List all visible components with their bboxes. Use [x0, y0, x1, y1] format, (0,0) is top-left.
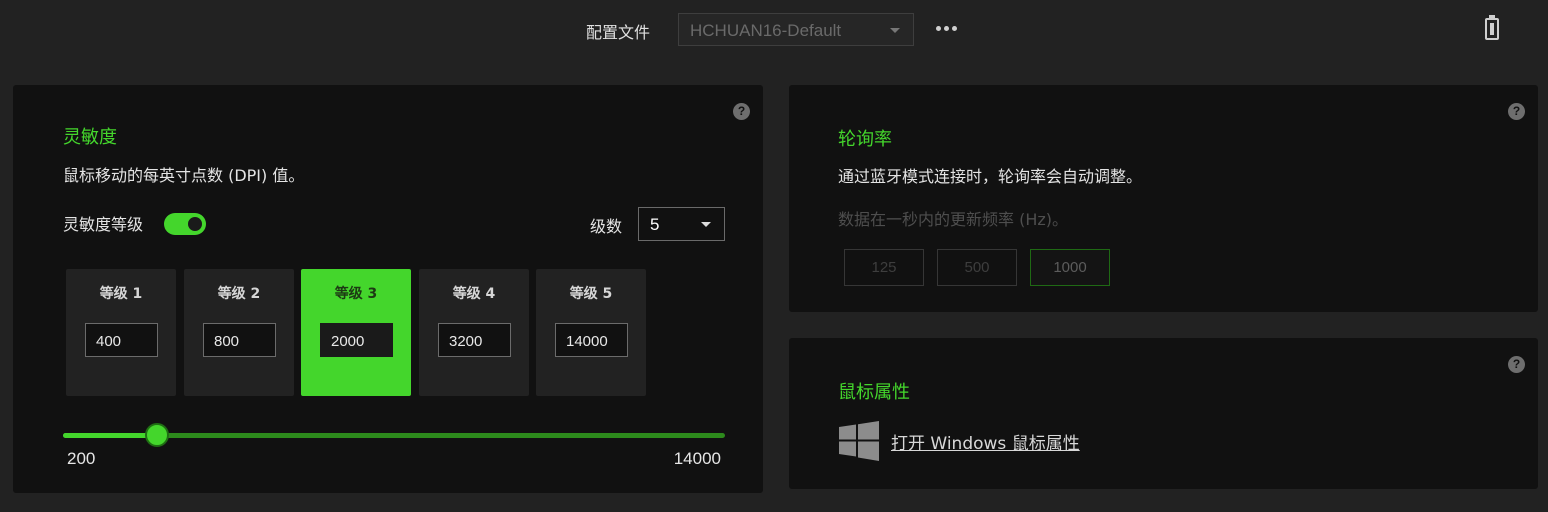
dpi-slider-handle[interactable] — [145, 423, 169, 447]
profile-select-value: HCHUAN16-Default — [690, 21, 842, 40]
sensitivity-description: 鼠标移动的每英寸点数 (DPI) 值。 — [63, 166, 305, 185]
windows-logo-icon — [839, 421, 879, 461]
ellipsis-icon[interactable] — [934, 16, 958, 40]
chevron-down-icon — [890, 28, 900, 33]
sensitivity-panel: ? 灵敏度 鼠标移动的每英寸点数 (DPI) 值。 灵敏度等级 级数 5 等级 … — [13, 85, 763, 493]
open-windows-mouse-properties-link[interactable]: 打开 Windows 鼠标属性 — [891, 429, 1080, 454]
levels-label: 级数 — [590, 217, 623, 236]
polling-rate-hint: 数据在一秒内的更新频率 (Hz)。 — [838, 210, 1069, 229]
stage-card-5[interactable]: 等级 5 14000 — [536, 269, 646, 396]
chevron-down-icon — [701, 222, 711, 227]
rate-button-1000[interactable]: 1000 — [1030, 249, 1110, 286]
levels-select-value: 5 — [650, 215, 660, 234]
battery-icon — [1485, 15, 1499, 41]
mouse-properties-panel: ? 鼠标属性 打开 Windows 鼠标属性 — [789, 338, 1538, 489]
stage-label: 等级 2 — [217, 286, 261, 302]
sensitivity-stages-toggle[interactable] — [164, 213, 206, 235]
sensitivity-title: 灵敏度 — [63, 127, 117, 148]
stage-label: 等级 5 — [569, 286, 613, 302]
polling-rate-title: 轮询率 — [838, 129, 892, 150]
rate-button-500[interactable]: 500 — [937, 249, 1017, 286]
stage-card-1[interactable]: 等级 1 400 — [66, 269, 176, 396]
stage-card-3[interactable]: 等级 3 2000 — [301, 269, 411, 396]
polling-rate-panel: ? 轮询率 通过蓝牙模式连接时，轮询率会自动调整。 数据在一秒内的更新频率 (H… — [789, 85, 1538, 312]
stage-dpi-input[interactable]: 3200 — [438, 323, 511, 357]
dpi-slider-max: 14000 — [673, 449, 721, 468]
profile-label: 配置文件 — [586, 23, 651, 42]
stage-label: 等级 1 — [99, 286, 143, 302]
stage-dpi-input[interactable]: 2000 — [320, 323, 393, 357]
help-icon[interactable]: ? — [1508, 103, 1525, 120]
stage-card-2[interactable]: 等级 2 800 — [184, 269, 294, 396]
help-icon[interactable]: ? — [1508, 356, 1525, 373]
profile-select[interactable]: HCHUAN16-Default — [678, 13, 914, 46]
top-bar: 配置文件 HCHUAN16-Default — [0, 0, 1548, 60]
stage-label: 等级 4 — [452, 286, 496, 302]
dpi-slider-min: 200 — [67, 449, 96, 468]
sensitivity-stages-label: 灵敏度等级 — [63, 215, 144, 234]
stage-dpi-input[interactable]: 14000 — [555, 323, 628, 357]
stage-dpi-input[interactable]: 400 — [85, 323, 158, 357]
polling-rate-description: 通过蓝牙模式连接时，轮询率会自动调整。 — [838, 167, 1143, 186]
stage-label: 等级 3 — [334, 286, 378, 302]
levels-select[interactable]: 5 — [638, 207, 725, 241]
mouse-properties-title: 鼠标属性 — [838, 382, 910, 403]
rate-button-125[interactable]: 125 — [844, 249, 924, 286]
stage-card-4[interactable]: 等级 4 3200 — [419, 269, 529, 396]
dpi-slider-fill — [63, 433, 157, 438]
help-icon[interactable]: ? — [733, 103, 750, 120]
stage-dpi-input[interactable]: 800 — [203, 323, 276, 357]
